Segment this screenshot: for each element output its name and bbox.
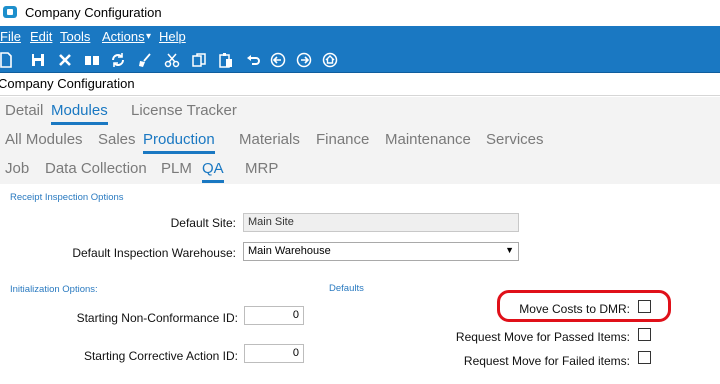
clear-icon[interactable]: [135, 50, 155, 70]
save-icon[interactable]: [28, 50, 48, 70]
tab-modules[interactable]: Modules: [51, 102, 108, 125]
forward-icon[interactable]: [294, 50, 314, 70]
toolbar: [0, 47, 720, 73]
window-titlebar: Company Configuration: [0, 0, 720, 26]
tab-license-tracker[interactable]: License Tracker: [131, 102, 237, 122]
starting-car-id-label: Starting Corrective Action ID:: [83, 349, 238, 363]
tab-finance[interactable]: Finance: [316, 131, 369, 151]
request-move-passed-label: Request Move for Passed Items:: [455, 330, 630, 344]
section-receipt-inspection: Receipt Inspection Options: [10, 192, 124, 203]
tab-production[interactable]: Production: [143, 131, 215, 154]
new-icon[interactable]: [0, 50, 16, 70]
tab-sales[interactable]: Sales: [98, 131, 136, 151]
delete-icon[interactable]: [55, 50, 75, 70]
starting-car-id-input[interactable]: 0: [244, 344, 304, 363]
paste-icon[interactable]: [216, 50, 236, 70]
default-inspection-warehouse-select[interactable]: Main Warehouse ▼: [243, 242, 519, 261]
back-icon[interactable]: [268, 50, 288, 70]
menu-edit[interactable]: Edit: [30, 29, 52, 44]
menu-bar: File Edit Tools Actions ▾ Help: [0, 26, 720, 47]
tab-materials[interactable]: Materials: [239, 131, 300, 151]
menu-tools[interactable]: Tools: [60, 29, 90, 44]
tab-job[interactable]: Job: [5, 160, 29, 180]
starting-ncr-id-input[interactable]: 0: [244, 306, 304, 325]
menu-actions[interactable]: Actions: [102, 29, 145, 44]
menu-file[interactable]: File: [0, 29, 21, 44]
window-title: Company Configuration: [25, 5, 162, 20]
starting-ncr-id-label: Starting Non-Conformance ID:: [76, 311, 238, 325]
default-site-field: Main Site: [243, 213, 519, 232]
chevron-down-icon: ▾: [146, 31, 152, 42]
refresh-icon[interactable]: [108, 50, 128, 70]
tab-mrp[interactable]: MRP: [245, 160, 278, 180]
tab-all-modules[interactable]: All Modules: [5, 131, 83, 151]
copy-icon[interactable]: [189, 50, 209, 70]
home-icon[interactable]: [320, 50, 340, 70]
highlight-annotation: [497, 290, 671, 322]
app-icon: [3, 6, 17, 18]
request-move-failed-label: Request Move for Failed items:: [463, 354, 630, 368]
section-initialization-options: Initialization Options:: [10, 284, 98, 295]
section-defaults: Defaults: [329, 283, 364, 294]
default-site-label: Default Site:: [170, 216, 236, 230]
tab-plm[interactable]: PLM: [161, 160, 192, 180]
tabs-top: Detail Modules License Tracker: [0, 97, 720, 126]
request-move-failed-checkbox[interactable]: [638, 351, 651, 364]
tabs-modules: All Modules Sales Production Materials F…: [0, 126, 720, 155]
menu-help[interactable]: Help: [159, 29, 186, 44]
tab-data-collection[interactable]: Data Collection: [45, 160, 147, 180]
undo-icon[interactable]: [243, 50, 263, 70]
tab-qa[interactable]: QA: [202, 160, 224, 183]
request-move-passed-checkbox[interactable]: [638, 328, 651, 341]
form-title: Company Configuration: [0, 76, 135, 91]
tab-maintenance[interactable]: Maintenance: [385, 131, 471, 151]
dropdown-arrow-icon[interactable]: ▼: [505, 245, 514, 255]
warehouse-selected-value: Main Warehouse: [248, 245, 331, 257]
tab-detail[interactable]: Detail: [5, 102, 43, 122]
tabs-production: Job Data Collection PLM QA MRP: [0, 155, 720, 184]
cut-icon[interactable]: [162, 50, 182, 70]
tab-services[interactable]: Services: [486, 131, 544, 151]
form-title-bar: Company Configuration: [0, 74, 720, 96]
default-inspection-warehouse-label: Default Inspection Warehouse:: [72, 246, 236, 260]
book-icon[interactable]: [82, 50, 102, 70]
